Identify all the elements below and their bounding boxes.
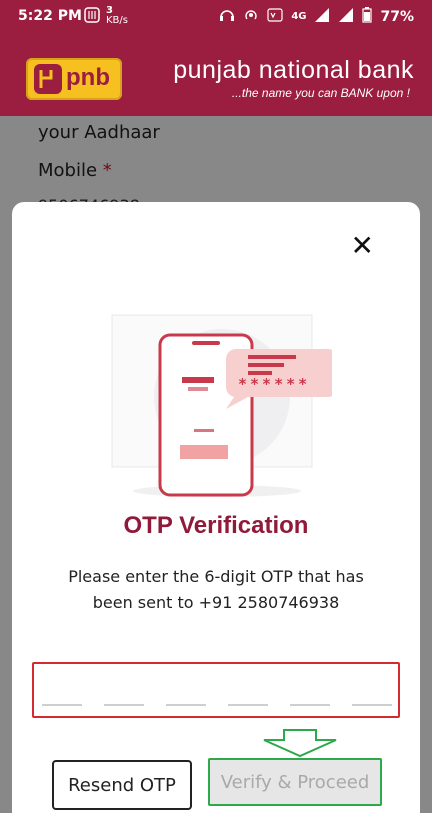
otp-digit-1[interactable] — [42, 704, 82, 706]
network-type: 4G — [291, 11, 307, 22]
app-header: pnb punjab national bank ...the name you… — [0, 32, 432, 116]
otp-digit-6[interactable] — [352, 704, 392, 706]
otp-description: Please enter the 6-digit OTP that has be… — [68, 567, 364, 612]
otp-input-group — [32, 662, 400, 718]
otp-illustration: ****** — [102, 305, 338, 505]
bank-name: punjab national bank — [173, 56, 414, 84]
arrow-down-icon — [262, 728, 338, 762]
bank-tagline: ...the name you can BANK upon ! — [231, 86, 410, 100]
hotspot-icon — [243, 7, 259, 26]
otp-digit-2[interactable] — [104, 704, 144, 706]
logo-text: pnb — [66, 64, 110, 91]
signal-icon-2 — [338, 7, 354, 26]
verify-proceed-button[interactable]: Verify & Proceed — [208, 758, 382, 806]
app-notification-icon — [84, 6, 100, 26]
volte-icon — [267, 7, 283, 26]
modal-title: OTP Verification — [123, 512, 309, 539]
network-speed: 3 KB/s — [106, 5, 128, 26]
status-bar: 5:22 PM 3 KB/s 4G 77% — [0, 0, 432, 32]
resend-otp-button[interactable]: Resend OTP — [52, 760, 192, 810]
masked-otp: ****** — [238, 375, 310, 393]
otp-digit-4[interactable] — [228, 704, 268, 706]
status-time: 5:22 PM — [18, 8, 82, 24]
headphones-icon — [219, 7, 235, 26]
signal-icon — [314, 7, 330, 26]
battery-percent: 77% — [380, 8, 414, 25]
battery-icon — [362, 7, 373, 26]
pnb-logo: pnb — [26, 58, 122, 100]
otp-modal: ✕ ****** OTP Verification Please enter t… — [12, 202, 420, 813]
close-icon[interactable]: ✕ — [351, 232, 374, 260]
pnb-logo-icon — [34, 64, 62, 94]
otp-digit-5[interactable] — [290, 704, 330, 706]
otp-digit-3[interactable] — [166, 704, 206, 706]
